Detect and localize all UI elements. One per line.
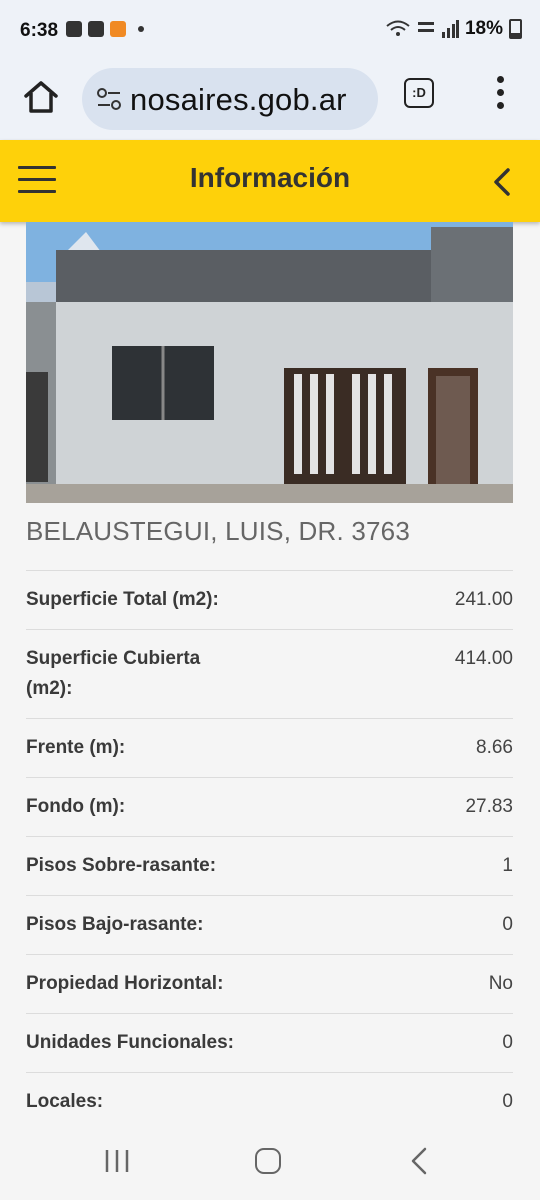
row-value: No [488,973,513,994]
table-row: Unidades Funcionales: 0 [26,1013,513,1072]
tab-switcher-button[interactable]: :D [404,78,434,108]
row-value: 1 [502,855,513,876]
row-label: Pisos Bajo-rasante: [26,914,204,935]
table-row: Superficie Cubierta (m2): 414.00 [26,629,513,718]
page-title: Información [189,162,351,193]
wifi-icon [386,20,410,36]
clock: 6:38 [20,20,59,41]
gallery-icon [66,21,82,37]
row-value: 241.00 [454,589,513,610]
row-value: 8.66 [476,737,513,758]
row-label: Superficie Cubierta (m2): [26,648,201,699]
table-row: Propiedad Horizontal: No [26,954,513,1013]
row-label: Superficie Total (m2): [26,589,219,610]
status-bar: 6:38 18% [0,0,540,62]
home-button-icon[interactable] [255,1148,281,1174]
row-label: Fondo (m): [26,796,126,817]
property-details-table: Superficie Total (m2): 241.00 Superficie… [26,570,513,1132]
home-icon[interactable] [22,78,60,116]
url-text[interactable]: nosaires.gob.ar [130,82,347,118]
back-icon[interactable] [408,1146,430,1176]
row-label: Unidades Funcionales: [26,1032,234,1053]
row-value: 27.83 [465,796,513,817]
media-icon [88,21,104,37]
row-value: 414.00 [454,648,513,669]
property-address: BELAUSTEGUI, LUIS, DR. 3763 [26,516,410,546]
browser-toolbar: nosaires.gob.ar :D [0,62,540,140]
table-row: Superficie Total (m2): 241.00 [26,570,513,629]
row-value: 0 [502,1032,513,1053]
address-bar[interactable]: nosaires.gob.ar [82,68,378,130]
row-value: 0 [502,914,513,935]
property-photo [26,222,513,503]
dot-icon [138,26,144,32]
notification-icons [66,21,144,37]
system-icons: 18% [385,18,522,40]
system-nav-bar [0,1118,540,1200]
table-row: Pisos Bajo-rasante: 0 [26,895,513,954]
table-row: Pisos Sobre-rasante: 1 [26,836,513,895]
battery-icon [509,19,522,39]
row-label: Propiedad Horizontal: [26,973,224,994]
row-label: Frente (m): [26,737,126,758]
back-chevron-icon[interactable] [488,164,518,200]
volte-icon [417,22,434,32]
row-label: Pisos Sobre-rasante: [26,855,217,876]
site-settings-icon[interactable] [96,87,122,111]
row-value: 0 [502,1091,513,1112]
battery-percent: 18% [464,18,503,39]
table-row: Fondo (m): 27.83 [26,777,513,836]
table-row: Frente (m): 8.66 [26,718,513,777]
browser-menu-icon[interactable] [490,76,510,112]
app-notification-icon [110,21,126,37]
app-header: Información [0,140,540,222]
recent-apps-icon[interactable] [104,1148,130,1174]
signal-icon [441,20,459,38]
